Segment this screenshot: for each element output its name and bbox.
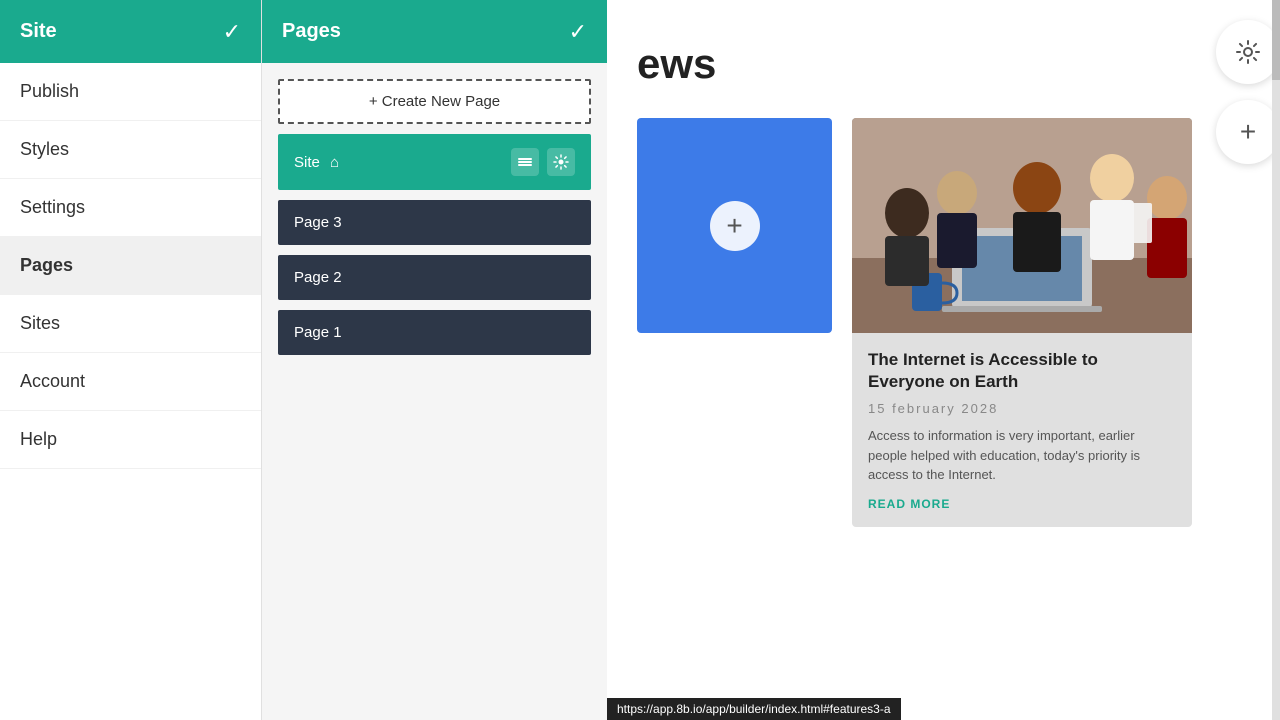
sidebar-title: Site — [20, 20, 57, 43]
scrollbar[interactable] — [1272, 0, 1280, 720]
page-item-page3[interactable]: Page 3 — [278, 200, 591, 245]
status-bar-url: https://app.8b.io/app/builder/index.html… — [617, 702, 891, 716]
sidebar-item-pages[interactable]: Pages — [0, 237, 261, 295]
pages-panel: Pages ✓ + Create New Page Site ⌂ — [262, 0, 607, 720]
card-photo: The Internet is Accessible to Everyone o… — [852, 118, 1192, 527]
pages-panel-header: Pages ✓ — [262, 0, 607, 63]
page1-label: Page 1 — [294, 324, 342, 341]
create-new-page-button[interactable]: + Create New Page — [278, 79, 591, 124]
sidebar-item-styles[interactable]: Styles — [0, 121, 261, 179]
home-icon: ⌂ — [330, 154, 339, 171]
sidebar: Site ✓ Publish Styles Settings Pages Sit… — [0, 0, 262, 720]
main-content: ews + — [607, 0, 1280, 720]
page-item-site[interactable]: Site ⌂ — [278, 134, 591, 190]
settings-circle-button[interactable] — [1216, 20, 1280, 84]
scrollbar-thumb[interactable] — [1272, 0, 1280, 80]
sidebar-item-sites[interactable]: Sites — [0, 295, 261, 353]
card-date: 15 february 2028 — [868, 401, 1176, 416]
page2-label: Page 2 — [294, 269, 342, 286]
status-bar: https://app.8b.io/app/builder/index.html… — [607, 698, 901, 720]
page3-label: Page 3 — [294, 214, 342, 231]
gear-icon[interactable] — [547, 148, 575, 176]
sidebar-item-help[interactable]: Help — [0, 411, 261, 469]
sidebar-header: Site ✓ — [0, 0, 261, 63]
card-photo-image — [852, 118, 1192, 333]
layers-icon[interactable] — [511, 148, 539, 176]
add-card-button[interactable]: + — [710, 201, 760, 251]
page-item-site-icons — [511, 148, 575, 176]
sidebar-item-settings[interactable]: Settings — [0, 179, 261, 237]
card-blue: + — [637, 118, 832, 333]
main-inner: ews + — [607, 0, 1280, 567]
sidebar-item-publish[interactable]: Publish — [0, 63, 261, 121]
sidebar-check: ✓ — [223, 19, 241, 45]
page-item-site-label: Site ⌂ — [294, 154, 339, 171]
read-more-link[interactable]: READ MORE — [868, 497, 1176, 511]
cards-row: + — [637, 118, 1250, 527]
sidebar-spacer — [0, 469, 261, 720]
pages-panel-content: + Create New Page Site ⌂ — [262, 63, 607, 371]
card-text: Access to information is very important,… — [868, 426, 1176, 485]
add-circle-button[interactable]: + — [1216, 100, 1280, 164]
card-photo-body: The Internet is Accessible to Everyone o… — [852, 333, 1192, 527]
page-item-page1[interactable]: Page 1 — [278, 310, 591, 355]
page-title: ews — [637, 40, 1250, 88]
sidebar-item-account[interactable]: Account — [0, 353, 261, 411]
page-item-page2[interactable]: Page 2 — [278, 255, 591, 300]
pages-panel-title: Pages — [282, 20, 341, 43]
right-buttons: + — [1216, 20, 1280, 164]
card-title: The Internet is Accessible to Everyone o… — [868, 349, 1176, 393]
pages-panel-check: ✓ — [569, 19, 587, 45]
